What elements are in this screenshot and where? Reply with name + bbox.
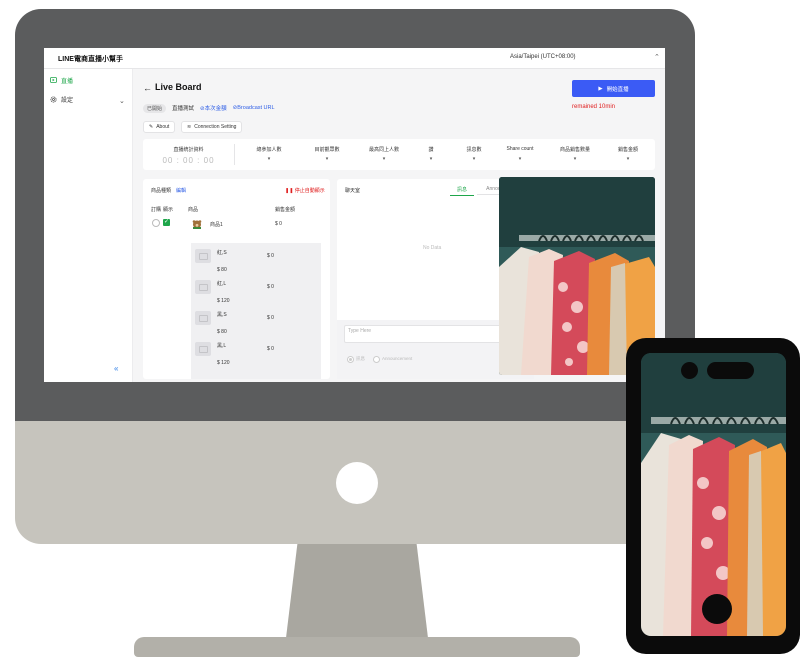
order-amount-link[interactable]: ⊘本次金額: [200, 104, 227, 112]
connection-setting-button[interactable]: ≋ Connection Setting: [181, 121, 243, 133]
sidebar-item-settings[interactable]: 設定: [50, 93, 73, 105]
monitor-stand: [286, 544, 428, 638]
order-checkbox[interactable]: [152, 219, 160, 227]
stat-current-viewers[interactable]: 目前觀眾數 ▾: [299, 139, 355, 170]
status-badge: 已開始: [143, 103, 167, 113]
chevron-down-icon: ▾: [626, 156, 630, 162]
speaker-notch: [707, 362, 754, 379]
session-meta: 已開始 直播測試 ⊘本次金額 ⊘Broadcast URL: [143, 103, 275, 113]
chevron-down-icon[interactable]: ⌄: [119, 97, 125, 105]
stat-label: 目前觀眾數: [314, 147, 340, 153]
header-display: 顯示: [163, 207, 174, 213]
about-label: About: [156, 124, 170, 130]
sidebar-item-label: 直播: [61, 78, 74, 85]
stat-items-sold[interactable]: 商品銷售數量 ▾: [547, 139, 603, 170]
sidebar-item-label: 設定: [61, 97, 74, 104]
broadcast-url-link[interactable]: ⊘Broadcast URL: [233, 105, 275, 111]
chat-title: 聊天室: [345, 188, 361, 194]
pause-icon: ❚❚: [285, 188, 294, 194]
connection-setting-label: Connection Setting: [194, 124, 237, 130]
divider: [234, 144, 235, 165]
display-checkbox[interactable]: ✓: [163, 219, 170, 226]
stat-label: Share count: [506, 146, 534, 152]
variant-name: 黑,L: [217, 343, 227, 349]
chevron-up-icon[interactable]: ⌃: [654, 53, 660, 61]
live-timer: 00 : 00 : 00: [162, 156, 215, 165]
variant-name: 黑,S: [217, 312, 227, 318]
variant-amount: $ 0: [267, 346, 274, 352]
start-live-button[interactable]: ▶ 開始直播: [572, 80, 655, 97]
header-order: 訂購: [151, 207, 162, 213]
stats-title: 直播統計資料: [173, 147, 204, 153]
variant-name: 紅,L: [217, 281, 227, 287]
stat-total-participants[interactable]: 總參加人數 ▾: [241, 139, 297, 170]
variants-list: 紅,S $ 80 $ 0 紅,L $ 120 $ 0 黑,S $ 80 $ 0 …: [191, 243, 321, 379]
variant-name: 紅,S: [217, 250, 227, 256]
about-button[interactable]: ✎ About: [143, 121, 176, 133]
timezone-selector[interactable]: Asia/Taipei (UTC+08:00): [510, 54, 576, 60]
page-title: Live Board: [155, 82, 202, 92]
broadcast-url-label: Broadcast URL: [237, 105, 275, 111]
product-name: 商品1: [210, 222, 223, 228]
stop-auto-display-button[interactable]: ❚❚ 停止自動顯示: [285, 187, 325, 194]
camera-icon: [681, 362, 698, 379]
products-edit-link[interactable]: 編輯: [176, 187, 186, 194]
radio-message-label: 訊息: [356, 356, 365, 361]
variant-price: $ 120: [217, 360, 230, 366]
stat-label: 商品銷售數量: [559, 147, 590, 153]
monitor-logo: [336, 462, 378, 504]
back-arrow-icon[interactable]: ←: [143, 83, 152, 93]
header-amount: 銷售金額: [275, 207, 296, 213]
variant-amount: $ 0: [267, 253, 274, 259]
stats-summary: 直播統計資料 00 : 00 : 00: [143, 139, 234, 170]
order-amount-label: 本次金額: [204, 106, 227, 112]
bear-thumbnail: [192, 220, 202, 229]
stop-auto-display-label: 停止自動顯示: [294, 188, 325, 194]
monitor-base: [134, 637, 580, 657]
product-amount: $ 0: [275, 221, 282, 227]
image-placeholder-icon: [195, 280, 211, 294]
variant-price: $ 80: [217, 267, 227, 273]
wifi-icon: ≋: [187, 124, 192, 130]
radio-message[interactable]: [347, 356, 354, 363]
tab-messages[interactable]: 訊息: [450, 186, 474, 196]
empty-state: No Data: [423, 245, 442, 251]
stat-sales-amount[interactable]: 銷售金額 ▾: [603, 139, 653, 170]
app-brand: LINE電商直播小幫手: [58, 56, 123, 63]
live-icon: [50, 77, 57, 83]
collapse-icon[interactable]: «: [114, 364, 118, 373]
stat-label: 銷售金額: [617, 147, 638, 153]
stats-panel: 直播統計資料 00 : 00 : 00 總參加人數 ▾ 目前觀眾數 ▾ 最高同上…: [143, 139, 655, 170]
home-button: [702, 594, 732, 624]
stat-label: 總參加人數: [256, 147, 282, 153]
start-live-label: 開始直播: [606, 86, 629, 93]
top-bar: LINE電商直播小幫手 Asia/Taipei (UTC+08:00) ⌃: [44, 48, 665, 69]
remaining-time: remained 10min: [572, 104, 616, 110]
chevron-down-icon: ▾: [267, 156, 271, 162]
image-placeholder-icon: [195, 342, 211, 356]
products-title: 商品種類: [151, 188, 172, 194]
header-product: 商品: [188, 207, 199, 213]
variant-amount: $ 0: [267, 284, 274, 290]
variant-price: $ 120: [217, 298, 230, 304]
sidebar-item-live[interactable]: 直播: [50, 74, 73, 86]
edit-icon: ✎: [149, 124, 154, 130]
sidebar: 直播 設定 ⌄ «: [44, 69, 133, 382]
image-placeholder-icon: [195, 311, 211, 325]
chevron-down-icon: ▾: [573, 156, 577, 162]
radio-announcement-label: Announcement: [382, 356, 413, 361]
gear-icon: [50, 96, 57, 102]
stat-share-count[interactable]: Share count ▾: [492, 139, 548, 170]
variant-price: $ 80: [217, 329, 227, 335]
image-placeholder-icon: [195, 249, 211, 263]
session-name: 直播測試: [172, 106, 195, 112]
variant-amount: $ 0: [267, 315, 274, 321]
chevron-down-icon: ▾: [325, 156, 329, 162]
products-panel: 商品種類 編輯 ❚❚ 停止自動顯示 訂購 顯示 商品 銷售金額 ✓ 商品1 $ …: [143, 179, 330, 379]
radio-announcement[interactable]: [373, 356, 380, 363]
chevron-down-icon: ▾: [518, 156, 522, 162]
play-icon: ▶: [598, 85, 603, 92]
